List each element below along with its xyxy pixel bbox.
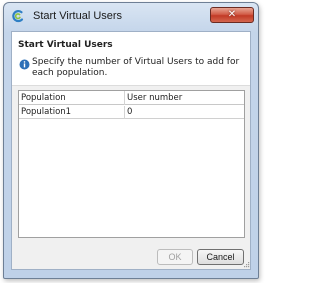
dialog-header: Start Virtual Users Specify the number o… — [12, 32, 250, 86]
close-button[interactable]: ✕ — [210, 7, 254, 23]
dialog-body: Start Virtual Users Specify the number o… — [11, 31, 251, 270]
window-title: Start Virtual Users — [33, 10, 123, 22]
dialog-window: Start Virtual Users ✕ Start Virtual User… — [3, 2, 259, 279]
column-header-user-number[interactable]: User number — [125, 91, 244, 105]
cell-population[interactable]: Population1 — [19, 106, 125, 119]
info-icon — [19, 59, 30, 70]
cancel-button[interactable]: Cancel — [197, 249, 244, 265]
table-header: Population User number — [19, 91, 244, 105]
ok-button[interactable]: OK — [157, 249, 193, 265]
cell-user-number[interactable]: 0 — [125, 106, 244, 119]
app-logo-icon — [12, 9, 24, 23]
population-table: Population User number Population1 0 — [18, 90, 245, 238]
close-icon: ✕ — [227, 9, 237, 20]
table-row[interactable]: Population1 0 — [19, 106, 244, 119]
title-bar[interactable]: Start Virtual Users ✕ — [4, 3, 258, 29]
header-description: Specify the number of Virtual Users to a… — [32, 57, 240, 78]
column-header-population[interactable]: Population — [19, 91, 125, 105]
header-title: Start Virtual Users — [18, 40, 113, 50]
resize-grip-icon[interactable] — [244, 262, 250, 268]
